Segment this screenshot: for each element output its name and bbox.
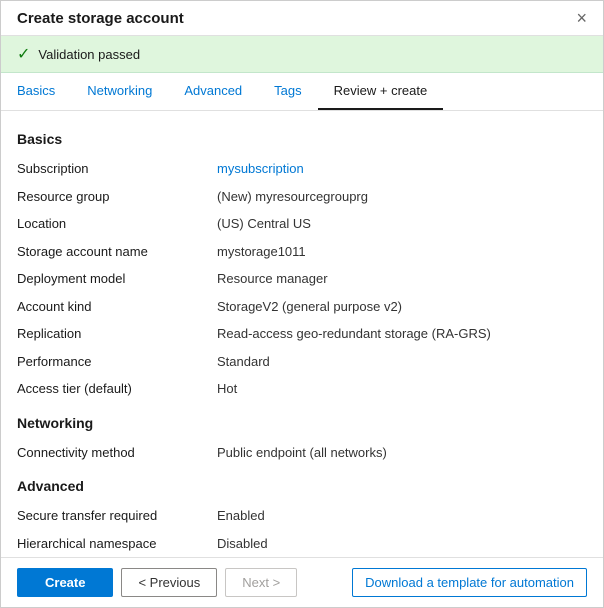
label-location: Location xyxy=(17,214,217,234)
field-deployment-model: Deployment model Resource manager xyxy=(17,265,587,293)
value-account-kind: StorageV2 (general purpose v2) xyxy=(217,297,402,317)
tab-tags[interactable]: Tags xyxy=(258,73,317,110)
value-subscription[interactable]: mysubscription xyxy=(217,159,304,179)
label-hierarchical-namespace: Hierarchical namespace xyxy=(17,534,217,554)
main-window: Create storage account × ✓ Validation pa… xyxy=(0,0,604,608)
tab-advanced[interactable]: Advanced xyxy=(168,73,258,110)
field-connectivity-method: Connectivity method Public endpoint (all… xyxy=(17,439,587,467)
value-hierarchical-namespace: Disabled xyxy=(217,534,268,554)
label-account-kind: Account kind xyxy=(17,297,217,317)
field-storage-account-name: Storage account name mystorage1011 xyxy=(17,238,587,266)
field-resource-group: Resource group (New) myresourcegrouprg xyxy=(17,183,587,211)
label-resource-group: Resource group xyxy=(17,187,217,207)
create-button[interactable]: Create xyxy=(17,568,113,597)
value-storage-account-name: mystorage1011 xyxy=(217,242,306,262)
field-replication: Replication Read-access geo-redundant st… xyxy=(17,320,587,348)
validation-text: Validation passed xyxy=(38,47,140,62)
value-performance: Standard xyxy=(217,352,270,372)
field-hierarchical-namespace: Hierarchical namespace Disabled xyxy=(17,530,587,558)
section-title-networking: Networking xyxy=(17,415,587,431)
tab-networking[interactable]: Networking xyxy=(71,73,168,110)
label-subscription: Subscription xyxy=(17,159,217,179)
label-deployment-model: Deployment model xyxy=(17,269,217,289)
label-performance: Performance xyxy=(17,352,217,372)
value-connectivity-method: Public endpoint (all networks) xyxy=(217,443,387,463)
previous-button[interactable]: < Previous xyxy=(121,568,217,597)
page-title: Create storage account xyxy=(17,10,184,27)
field-subscription: Subscription mysubscription xyxy=(17,155,587,183)
label-access-tier: Access tier (default) xyxy=(17,379,217,399)
label-secure-transfer: Secure transfer required xyxy=(17,506,217,526)
next-button[interactable]: Next > xyxy=(225,568,297,597)
value-location: (US) Central US xyxy=(217,214,311,234)
title-bar: Create storage account × xyxy=(1,1,603,36)
value-secure-transfer: Enabled xyxy=(217,506,265,526)
value-access-tier: Hot xyxy=(217,379,237,399)
field-location: Location (US) Central US xyxy=(17,210,587,238)
close-icon[interactable]: × xyxy=(576,9,587,27)
section-title-advanced: Advanced xyxy=(17,478,587,494)
value-deployment-model: Resource manager xyxy=(217,269,328,289)
label-replication: Replication xyxy=(17,324,217,344)
validation-banner: ✓ Validation passed xyxy=(1,36,603,73)
value-replication: Read-access geo-redundant storage (RA-GR… xyxy=(217,324,491,344)
tab-review-create[interactable]: Review + create xyxy=(318,73,444,110)
section-title-basics: Basics xyxy=(17,131,587,147)
footer: Create < Previous Next > Download a temp… xyxy=(1,557,603,607)
field-secure-transfer: Secure transfer required Enabled xyxy=(17,502,587,530)
field-performance: Performance Standard xyxy=(17,348,587,376)
label-storage-account-name: Storage account name xyxy=(17,242,217,262)
download-template-button[interactable]: Download a template for automation xyxy=(352,568,587,597)
field-account-kind: Account kind StorageV2 (general purpose … xyxy=(17,293,587,321)
label-connectivity-method: Connectivity method xyxy=(17,443,217,463)
tabs-bar: Basics Networking Advanced Tags Review +… xyxy=(1,73,603,111)
value-resource-group: (New) myresourcegrouprg xyxy=(217,187,368,207)
content-area: Basics Subscription mysubscription Resou… xyxy=(1,111,603,557)
tab-basics[interactable]: Basics xyxy=(17,73,71,110)
check-icon: ✓ xyxy=(17,44,30,64)
field-access-tier: Access tier (default) Hot xyxy=(17,375,587,403)
